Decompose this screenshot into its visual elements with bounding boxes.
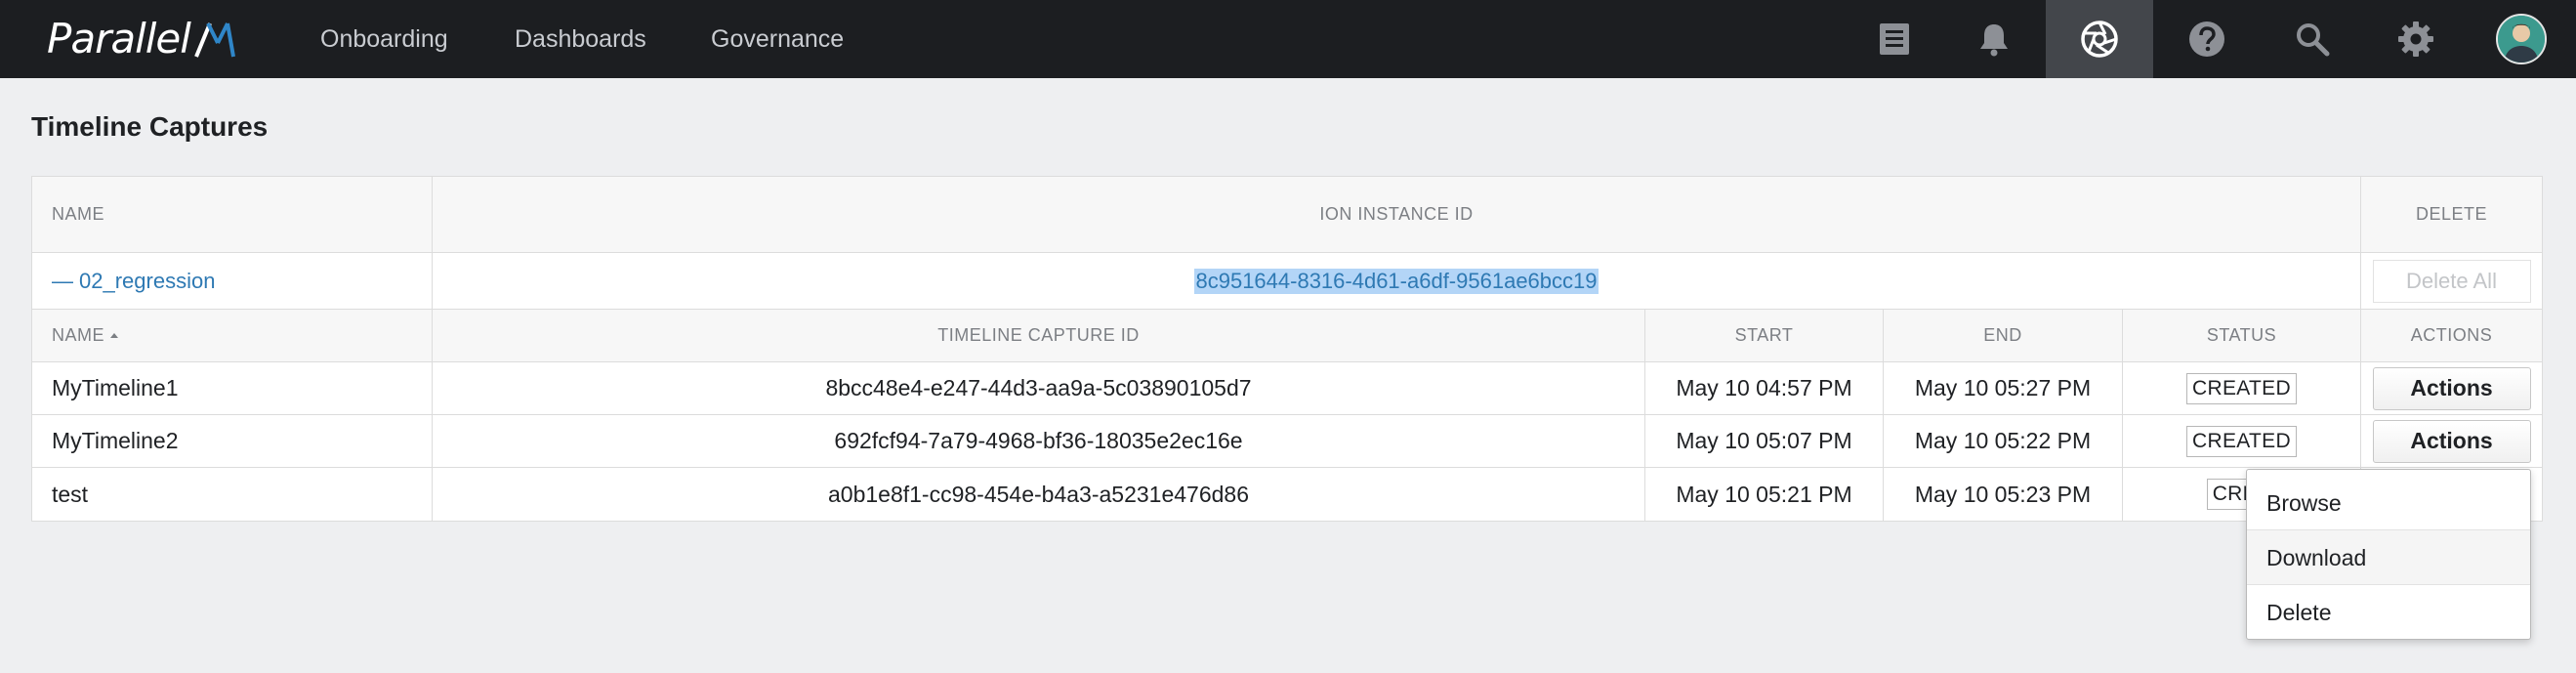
- menu-item-download[interactable]: Download: [2247, 530, 2530, 585]
- table-row-status-cell: CREATED: [2123, 415, 2361, 468]
- group-collapse-toggle[interactable]: —: [52, 269, 73, 294]
- menu-item-browse[interactable]: Browse: [2247, 476, 2530, 530]
- sort-ascending-icon: [110, 333, 119, 338]
- nav-dashboards[interactable]: Dashboards: [515, 0, 646, 78]
- start-header: START: [1645, 310, 1884, 362]
- table-row-status-cell: CREATED: [2123, 362, 2361, 415]
- sortable-name-header[interactable]: NAME: [32, 310, 433, 362]
- status-badge: CREATED: [2186, 372, 2297, 404]
- top-navigation-bar: Parallel Onboarding Dashboards Governanc…: [0, 0, 2576, 78]
- table-row-start: May 10 05:21 PM: [1645, 468, 1884, 521]
- logo-m-mark-icon: [194, 22, 235, 58]
- document-icon: [1880, 23, 1909, 55]
- delete-all-button[interactable]: Delete All: [2372, 259, 2531, 303]
- gear-icon: [2398, 21, 2433, 57]
- avatar-person-icon: [2498, 16, 2545, 63]
- nav-onboarding[interactable]: Onboarding: [320, 0, 448, 78]
- table-row-actions-cell: Actions: [2361, 415, 2542, 468]
- timeline-captures-button[interactable]: [2046, 0, 2153, 78]
- table-row-name: test: [32, 468, 433, 521]
- parallelm-logo[interactable]: Parallel: [47, 14, 237, 64]
- actions-button[interactable]: Actions: [2372, 366, 2531, 410]
- search-button[interactable]: [2259, 0, 2366, 78]
- table-row-name: MyTimeline1: [32, 362, 433, 415]
- actions-header: ACTIONS: [2361, 310, 2542, 362]
- timeline-captures-table: NAME ION INSTANCE ID DELETE — 02_regress…: [31, 176, 2543, 522]
- ion-instance-id-header: ION INSTANCE ID: [433, 177, 2361, 253]
- notifications-button[interactable]: [1940, 0, 2048, 78]
- delete-header: DELETE: [2361, 177, 2542, 253]
- group-name-link[interactable]: 02_regression: [79, 269, 215, 294]
- menu-item-delete[interactable]: Delete: [2247, 585, 2530, 640]
- status-badge: CREATED: [2186, 425, 2297, 457]
- group-row-name-cell: — 02_regression: [32, 253, 433, 310]
- table-row-start: May 10 05:07 PM: [1645, 415, 1884, 468]
- logo-wordmark: Parallel: [47, 15, 191, 63]
- group-name-header: NAME: [32, 177, 433, 253]
- user-avatar[interactable]: [2496, 14, 2547, 64]
- table-row-capture-id: a0b1e8f1-cc98-454e-b4a3-a5231e476d86: [433, 468, 1645, 521]
- documents-button[interactable]: [1841, 0, 1948, 78]
- bell-icon: [1980, 24, 2008, 57]
- settings-button[interactable]: [2362, 0, 2470, 78]
- aperture-icon: [2081, 21, 2118, 58]
- table-row-actions-cell: Actions: [2361, 362, 2542, 415]
- table-row-end: May 10 05:22 PM: [1884, 415, 2123, 468]
- ion-instance-id-value[interactable]: 8c951644-8316-4d61-a6df-9561ae6bcc19: [1194, 268, 1599, 294]
- actions-button[interactable]: Actions: [2372, 419, 2531, 463]
- nav-governance[interactable]: Governance: [711, 0, 844, 78]
- table-row-end: May 10 05:23 PM: [1884, 468, 2123, 521]
- ion-instance-id-cell: 8c951644-8316-4d61-a6df-9561ae6bcc19: [433, 253, 2361, 310]
- table-row-start: May 10 04:57 PM: [1645, 362, 1884, 415]
- capture-id-header: TIMELINE CAPTURE ID: [433, 310, 1645, 362]
- help-button[interactable]: [2153, 0, 2261, 78]
- delete-all-cell: Delete All: [2361, 253, 2542, 310]
- actions-dropdown-menu: Browse Download Delete: [2246, 469, 2531, 640]
- table-row-end: May 10 05:27 PM: [1884, 362, 2123, 415]
- page-title: Timeline Captures: [31, 111, 269, 142]
- table-row-capture-id: 692fcf94-7a79-4968-bf36-18035e2ec16e: [433, 415, 1645, 468]
- name-header-label: NAME: [52, 325, 105, 345]
- table-row-name: MyTimeline2: [32, 415, 433, 468]
- table-row-capture-id: 8bcc48e4-e247-44d3-aa9a-5c03890105d7: [433, 362, 1645, 415]
- help-icon: [2189, 21, 2224, 57]
- status-header: STATUS: [2123, 310, 2361, 362]
- search-icon: [2297, 23, 2330, 57]
- end-header: END: [1884, 310, 2123, 362]
